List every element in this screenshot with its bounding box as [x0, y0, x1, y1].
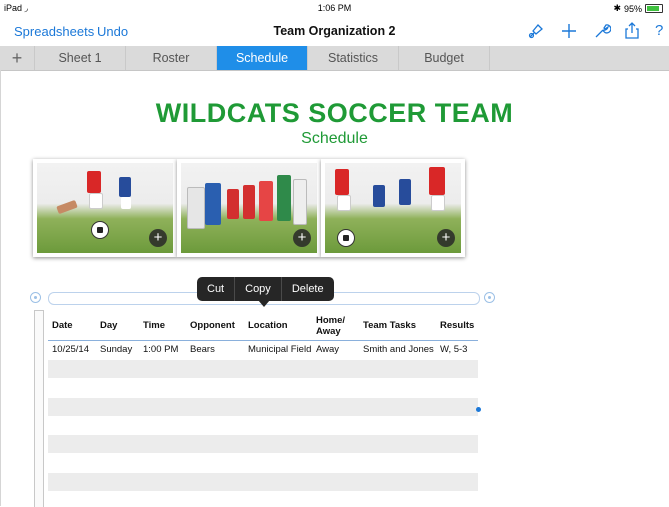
edit-menu: Cut Copy Delete: [197, 277, 334, 301]
edit-menu-arrow: [258, 300, 270, 307]
table-row[interactable]: [48, 435, 478, 453]
header-team-tasks[interactable]: Team Tasks: [363, 310, 416, 341]
cut-button[interactable]: Cut: [197, 277, 236, 301]
cell-team-tasks[interactable]: Smith and Jones: [363, 344, 434, 355]
column-handle-right[interactable]: [484, 292, 495, 303]
header-home-away[interactable]: Home/ Away: [316, 310, 352, 341]
cell-day[interactable]: Sunday: [100, 344, 132, 355]
navigation-bar: Spreadsheets Undo Team Organization 2 ?: [0, 18, 669, 46]
help-icon[interactable]: ?: [655, 22, 663, 39]
cell-time[interactable]: 1:00 PM: [143, 344, 178, 355]
battery-percent: 95%: [623, 3, 642, 14]
table-row[interactable]: [48, 398, 478, 416]
sheet-title: WILDCATS SOCCER TEAM: [155, 98, 514, 128]
add-icon[interactable]: [560, 22, 578, 43]
tab-roster[interactable]: Roster: [125, 46, 216, 70]
resize-handle[interactable]: [476, 407, 481, 412]
sheet-tabs: + Sheet 1 Roster Schedule Statistics Bud…: [0, 46, 669, 71]
photo-1[interactable]: +: [33, 159, 177, 257]
photo-3[interactable]: +: [321, 159, 465, 257]
sheet-subtitle: Schedule: [301, 130, 368, 147]
cell-opponent[interactable]: Bears: [190, 344, 215, 355]
status-bar: iPad ◞ 1:06 PM ✱ 95%: [0, 0, 669, 18]
copy-button[interactable]: Copy: [235, 277, 282, 301]
share-icon[interactable]: [624, 22, 640, 43]
tab-statistics[interactable]: Statistics: [307, 46, 398, 70]
table-row[interactable]: [48, 360, 478, 378]
add-tab-icon[interactable]: +: [0, 46, 34, 70]
header-time[interactable]: Time: [143, 310, 165, 341]
tab-budget[interactable]: Budget: [398, 46, 489, 70]
wrench-icon[interactable]: [593, 22, 612, 43]
cell-location[interactable]: Municipal Field: [248, 344, 311, 355]
header-divider: [48, 340, 478, 341]
add-photo-icon[interactable]: +: [437, 229, 455, 247]
battery-icon: [645, 4, 663, 13]
column-handle-left[interactable]: [30, 292, 41, 303]
table-row[interactable]: [48, 473, 478, 491]
add-photo-icon[interactable]: +: [293, 229, 311, 247]
tab-sheet-1[interactable]: Sheet 1: [34, 46, 125, 70]
header-date[interactable]: Date: [52, 310, 73, 341]
cell-home-away[interactable]: Away: [316, 344, 339, 355]
photo-2[interactable]: +: [177, 159, 321, 257]
header-location[interactable]: Location: [248, 310, 288, 341]
header-opponent[interactable]: Opponent: [190, 310, 235, 341]
tab-schedule[interactable]: Schedule: [216, 46, 307, 70]
cell-date[interactable]: 10/25/14: [52, 344, 89, 355]
header-day[interactable]: Day: [100, 310, 117, 341]
bluetooth-icon: ✱: [613, 3, 621, 13]
delete-button[interactable]: Delete: [282, 277, 334, 301]
header-results[interactable]: Results: [440, 310, 474, 341]
cell-results[interactable]: W, 5-3: [440, 344, 467, 355]
status-time: 1:06 PM: [317, 3, 352, 13]
format-brush-icon[interactable]: [527, 22, 545, 43]
add-photo-icon[interactable]: +: [149, 229, 167, 247]
row-selection-rail[interactable]: [34, 310, 44, 507]
